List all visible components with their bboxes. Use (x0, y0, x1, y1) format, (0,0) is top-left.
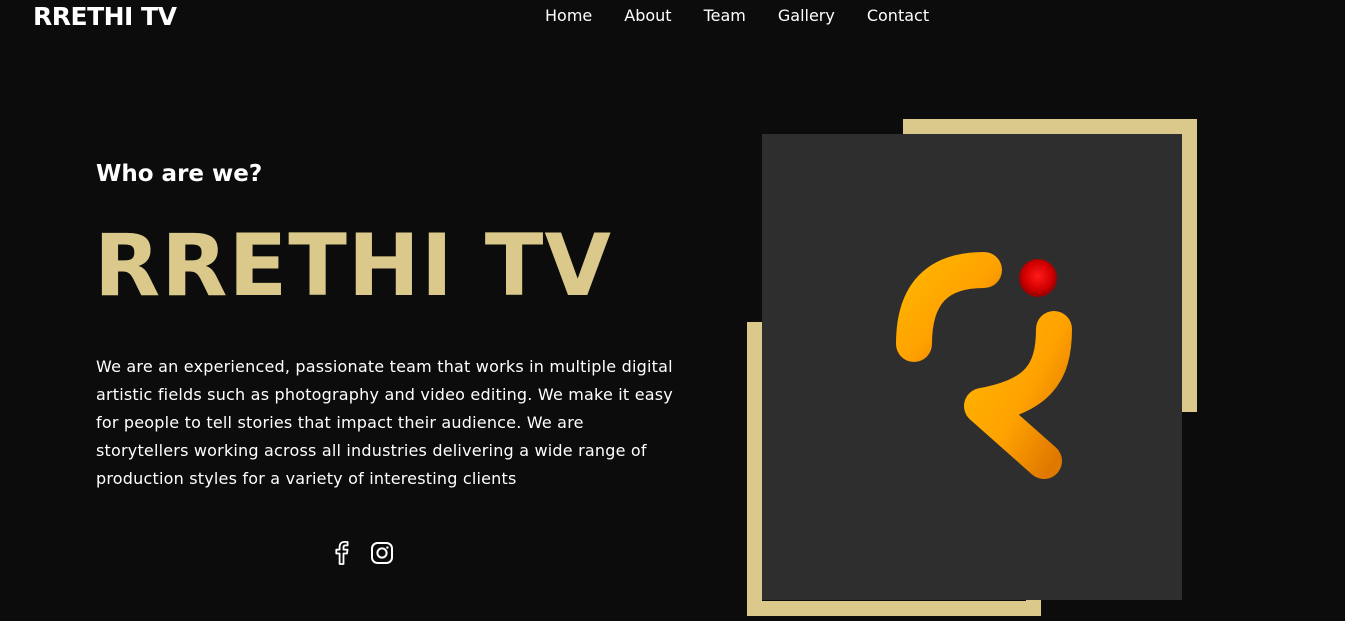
site-logo[interactable]: RRETHI TV (33, 0, 177, 34)
brand-logo-image (762, 134, 1182, 600)
nav-gallery[interactable]: Gallery (778, 4, 835, 28)
nav-about[interactable]: About (624, 4, 671, 28)
social-links (330, 540, 394, 566)
hero-title: RRETHI TV (94, 216, 612, 316)
rrethi-logo-icon (896, 252, 1072, 479)
main-nav: Home About Team Gallery Contact (545, 4, 929, 28)
instagram-icon[interactable] (370, 540, 394, 566)
nav-contact[interactable]: Contact (867, 4, 929, 28)
hero-description: We are an experienced, passionate team t… (96, 357, 673, 488)
nav-home[interactable]: Home (545, 4, 592, 28)
page: RRETHI TV Home About Team Gallery Contac… (0, 0, 1345, 621)
nav-team[interactable]: Team (704, 4, 746, 28)
facebook-icon[interactable] (330, 540, 354, 566)
section-eyebrow: Who are we? (96, 161, 263, 187)
